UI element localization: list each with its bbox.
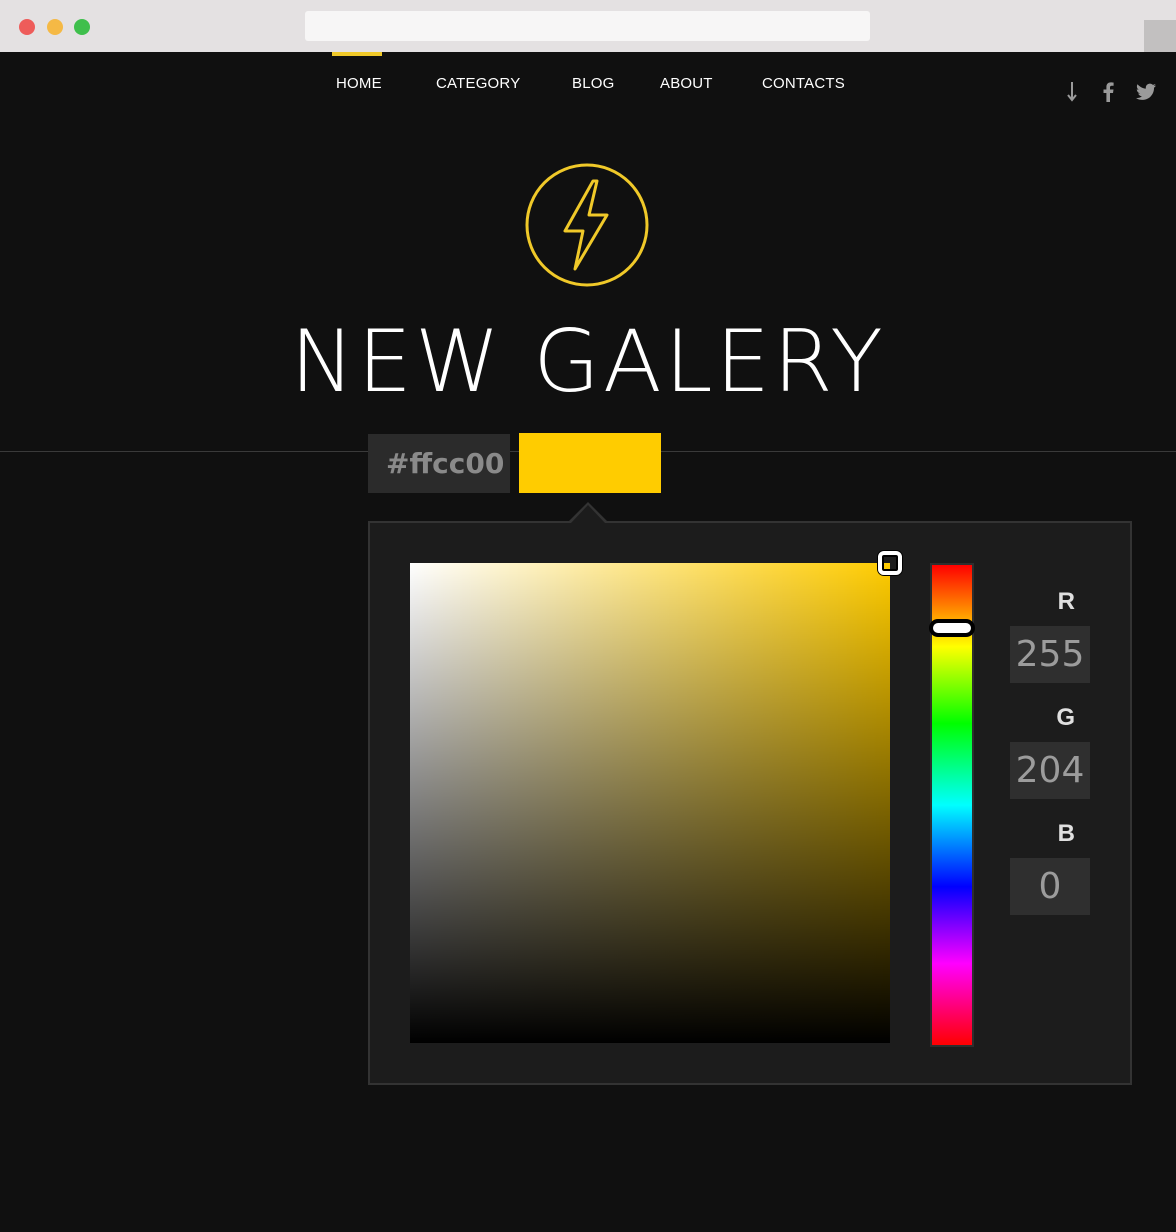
scrollbar-thumb[interactable] — [1144, 20, 1176, 52]
maximize-window-button[interactable] — [74, 19, 90, 35]
browser-chrome — [0, 0, 1176, 52]
facebook-icon[interactable] — [1100, 80, 1124, 104]
download-icon[interactable] — [1062, 80, 1086, 104]
green-channel-label: G — [1056, 704, 1075, 731]
hex-color-input[interactable]: #ffcc00 — [368, 434, 510, 493]
nav-item-category[interactable]: CATEGORY — [436, 75, 520, 92]
address-bar[interactable] — [305, 11, 870, 41]
red-channel-input[interactable]: 255 — [1010, 626, 1090, 683]
nav-item-home[interactable]: HOME — [336, 75, 382, 92]
nav-item-contacts[interactable]: CONTACTS — [762, 75, 845, 92]
page-title: NEW GALERY — [290, 312, 886, 412]
nav-active-indicator — [332, 52, 382, 56]
page: HOME CATEGORY BLOG ABOUT CONTACTS NEW GA… — [0, 0, 1176, 1232]
lightning-bolt-icon — [525, 163, 649, 287]
picker-pointer-fill — [571, 505, 605, 523]
saturation-value-handle[interactable] — [878, 551, 902, 575]
green-channel-input[interactable]: 204 — [1010, 742, 1090, 799]
saturation-value-area[interactable] — [410, 563, 890, 1043]
minimize-window-button[interactable] — [47, 19, 63, 35]
twitter-icon[interactable] — [1134, 80, 1158, 104]
blue-channel-label: B — [1057, 820, 1075, 847]
color-swatch[interactable] — [519, 433, 661, 493]
nav-item-about[interactable]: ABOUT — [660, 75, 713, 92]
red-channel-label: R — [1057, 588, 1075, 615]
hue-slider-handle[interactable] — [929, 619, 975, 637]
blue-channel-input[interactable]: 0 — [1010, 858, 1090, 915]
nav-item-blog[interactable]: BLOG — [572, 75, 614, 92]
close-window-button[interactable] — [19, 19, 35, 35]
